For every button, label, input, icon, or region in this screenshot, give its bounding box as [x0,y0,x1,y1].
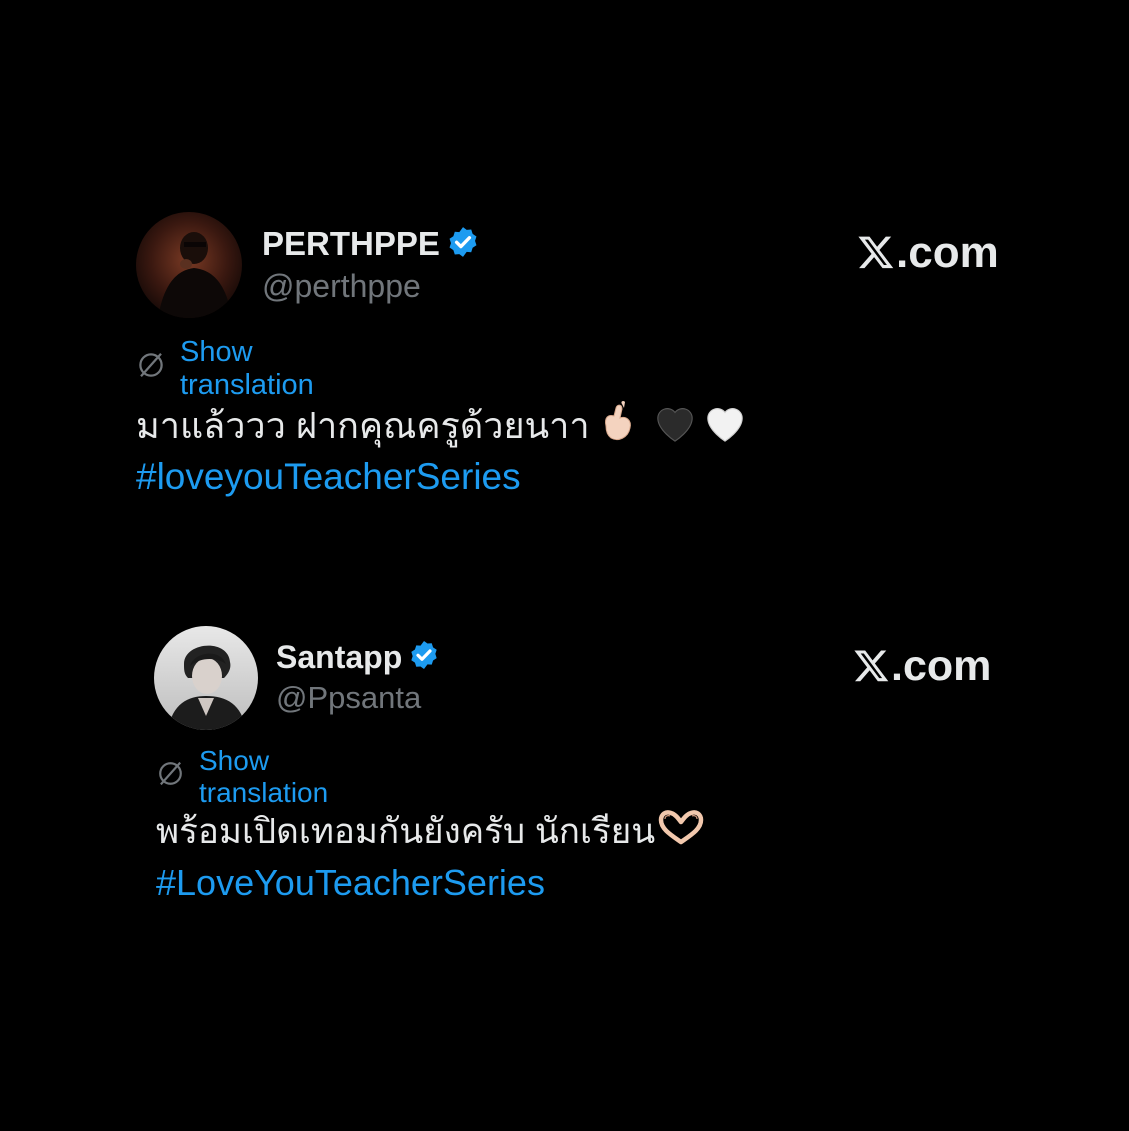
show-translation-label[interactable]: Show translation [199,745,328,809]
show-translation-label[interactable]: Show translation [180,336,314,402]
x-logo-icon [856,228,896,278]
display-name[interactable]: Santapp [276,639,402,676]
x-com-text: .com [896,228,999,277]
black-heart-icon [652,401,698,456]
translate-icon [156,759,185,795]
avatar-perthppe[interactable] [136,212,242,318]
x-com-watermark: .com [852,642,991,691]
x-com-text: .com [891,642,992,690]
heart-hands-icon [657,809,705,858]
x-logo-icon [852,642,891,691]
handle[interactable]: @Ppsanta [276,680,421,716]
display-name[interactable]: PERTHPPE [262,225,440,263]
white-heart-icon [702,401,748,456]
x-com-watermark: .com [856,228,999,278]
post-text-content: พร้อมเปิดเทอมกันยังครับ นักเรียน [156,812,656,851]
hashtag-link[interactable]: #LoveYouTeacherSeries [156,862,545,904]
finger-heart-icon [598,400,638,457]
post-text: พร้อมเปิดเทอมกันยังครับ นักเรียน [156,808,705,858]
translate-icon [136,350,166,388]
show-translation-link[interactable]: Show translation [136,336,314,401]
show-translation-link[interactable]: Show translation [156,745,328,808]
post-text-content: มาแล้ววว ฝากคุณครูด้วยนาา [136,405,590,447]
handle[interactable]: @perthppe [262,268,421,305]
post-text: มาแล้ววว ฝากคุณครูด้วยนาา [136,400,748,457]
verified-badge-icon [446,225,480,264]
verified-badge-icon [408,639,440,676]
hashtag-link[interactable]: #loveyouTeacherSeries [136,456,521,498]
avatar-santapp[interactable] [154,626,258,730]
